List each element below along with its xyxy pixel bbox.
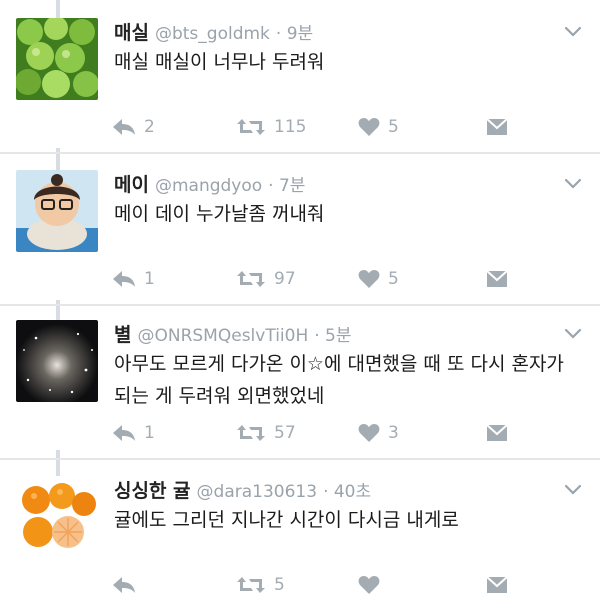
timestamp[interactable]: · 40초 <box>323 477 371 502</box>
tweet-text-line: 매실 매실이 너무나 두려워 <box>114 51 325 73</box>
direct-message-button[interactable] <box>486 420 508 446</box>
heart-icon <box>358 424 380 442</box>
retweet-count: 57 <box>274 423 296 443</box>
retweet-icon <box>237 577 265 593</box>
reply-button[interactable]: 1 <box>112 266 155 292</box>
star-cluster-avatar <box>16 320 98 402</box>
timestamp[interactable]: · 7분 <box>268 171 305 196</box>
like-button[interactable]: 5 <box>358 114 399 140</box>
reply-icon <box>113 119 135 135</box>
like-count: 5 <box>388 117 399 137</box>
heart-icon <box>358 576 380 594</box>
retweet-icon <box>237 119 265 135</box>
like-button[interactable]: 5 <box>358 266 399 292</box>
divider <box>0 152 600 154</box>
tweet-3[interactable]: 별 @ONRSMQeslvTii0H · 5분 아무도 모르게 다가온 이☆에 … <box>0 320 600 450</box>
direct-message-button[interactable] <box>486 114 508 140</box>
retweet-count: 115 <box>274 117 307 137</box>
reply-button[interactable] <box>112 572 144 598</box>
chevron-down-icon[interactable] <box>564 26 582 38</box>
reply-button[interactable]: 2 <box>112 114 155 140</box>
chevron-down-icon[interactable] <box>564 484 582 496</box>
display-name[interactable]: 별 <box>114 320 131 347</box>
retweet-icon <box>237 271 265 287</box>
direct-message-button[interactable] <box>486 572 508 598</box>
chevron-down-icon[interactable] <box>564 178 582 190</box>
like-button[interactable] <box>358 572 388 598</box>
reply-count: 1 <box>144 423 155 443</box>
retweet-count: 97 <box>274 269 296 289</box>
tweet-1[interactable]: 매실 @bts_goldmk · 9분 매실 매실이 너무나 두려워 2 115… <box>0 18 600 148</box>
user-handle[interactable]: @mangdyoo <box>155 176 262 196</box>
reply-count: 2 <box>144 117 155 137</box>
avatar[interactable] <box>16 320 98 402</box>
divider <box>0 304 600 306</box>
avatar[interactable] <box>16 170 98 252</box>
tweet-4[interactable]: 싱싱한 귤 @dara130613 · 40초 귤에도 그리던 지나간 시간이 … <box>0 476 600 606</box>
user-handle[interactable]: @dara130613 <box>197 482 318 502</box>
display-name[interactable]: 메이 <box>114 170 149 197</box>
timestamp[interactable]: · 9분 <box>276 19 313 44</box>
retweet-count: 5 <box>274 575 285 595</box>
direct-message-button[interactable] <box>486 266 508 292</box>
character-avatar <box>16 170 98 252</box>
avatar[interactable] <box>16 18 98 100</box>
green-fruit-avatar <box>16 18 98 100</box>
envelope-icon <box>486 118 508 135</box>
envelope-icon <box>486 576 508 593</box>
tweet-text-line: 되는 게 두려워 외면했었네 <box>114 385 325 407</box>
retweet-icon <box>237 425 265 441</box>
like-button[interactable]: 3 <box>358 420 399 446</box>
reply-button[interactable]: 1 <box>112 420 155 446</box>
retweet-button[interactable]: 57 <box>236 420 296 446</box>
reply-icon <box>113 271 135 287</box>
envelope-icon <box>486 424 508 441</box>
user-handle[interactable]: @ONRSMQeslvTii0H <box>137 326 308 346</box>
reply-icon <box>113 577 135 593</box>
retweet-button[interactable]: 115 <box>236 114 306 140</box>
heart-icon <box>358 118 380 136</box>
display-name[interactable]: 싱싱한 귤 <box>114 476 191 503</box>
tweet-text-line: 귤에도 그리던 지나간 시간이 다시금 내게로 <box>114 509 459 531</box>
like-count: 3 <box>388 423 399 443</box>
tweet-text-line: 아무도 모르게 다가온 이☆에 대면했을 때 또 다시 혼자가 <box>114 353 564 375</box>
reply-icon <box>113 425 135 441</box>
heart-icon <box>358 270 380 288</box>
retweet-button[interactable]: 5 <box>236 572 285 598</box>
user-handle[interactable]: @bts_goldmk <box>155 24 270 44</box>
timestamp[interactable]: · 5분 <box>314 321 351 346</box>
tweet-text-line: 메이 데이 누가날좀 꺼내줘 <box>114 203 325 225</box>
tweet-2[interactable]: 메이 @mangdyoo · 7분 메이 데이 누가날좀 꺼내줘 1 97 5 <box>0 170 600 300</box>
avatar[interactable] <box>16 476 98 558</box>
like-count: 5 <box>388 269 399 289</box>
chevron-down-icon[interactable] <box>564 328 582 340</box>
display-name[interactable]: 매실 <box>114 18 149 45</box>
retweet-button[interactable]: 97 <box>236 266 296 292</box>
reply-count: 1 <box>144 269 155 289</box>
tangerine-avatar <box>16 476 98 558</box>
envelope-icon <box>486 270 508 287</box>
divider <box>0 458 600 460</box>
